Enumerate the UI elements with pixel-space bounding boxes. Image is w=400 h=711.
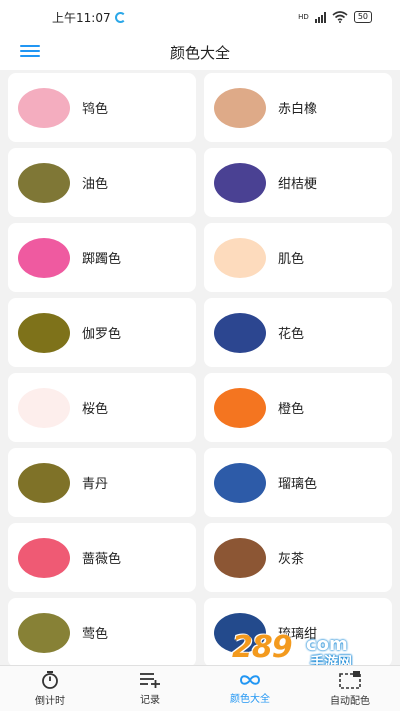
color-card[interactable]: 桜色: [8, 373, 196, 442]
color-swatch: [214, 162, 266, 203]
color-name: 桜色: [82, 402, 109, 417]
color-card[interactable]: 鸨色: [8, 73, 196, 142]
color-name: 绀桔梗: [278, 177, 318, 192]
tab-records-label: 记录: [140, 694, 160, 706]
list-add-icon: [140, 672, 160, 688]
app-notification-icon: [114, 11, 126, 23]
bottom-tab-bar: 倒计时 记录 颜色大全 自动配色: [0, 665, 400, 711]
color-grid: 鸨色 赤白橡油色 绀桔梗踯躅色 肌色伽罗色 花色桜色 橙色青丹 瑠璃色蔷薇色 灰茶莺色 琉璃绀: [8, 73, 392, 665]
color-swatch: [18, 462, 70, 503]
app-header: 颜色大全: [0, 34, 400, 70]
color-card[interactable]: 青丹: [8, 448, 196, 517]
color-name: 油色: [82, 177, 109, 192]
color-name: 肌色: [278, 252, 305, 267]
tab-color-library[interactable]: 颜色大全: [200, 666, 300, 711]
tab-auto-palette[interactable]: 自动配色: [300, 666, 400, 711]
color-swatch: [214, 87, 266, 128]
color-card[interactable]: 绀桔梗: [204, 148, 392, 217]
color-name: 踯躅色: [82, 252, 122, 267]
hamburger-menu-icon[interactable]: [20, 43, 40, 59]
network-type-label: HD: [298, 13, 309, 21]
color-swatch: [214, 537, 266, 578]
color-card[interactable]: 蔷薇色: [8, 523, 196, 592]
stopwatch-icon: [42, 670, 58, 689]
color-card[interactable]: 瑠璃色: [204, 448, 392, 517]
color-swatch: [18, 237, 70, 278]
tab-countdown-label: 倒计时: [35, 695, 65, 707]
color-swatch: [214, 312, 266, 353]
palette-frame-icon: [339, 670, 361, 689]
color-card[interactable]: 伽罗色: [8, 298, 196, 367]
color-card[interactable]: 灰茶: [204, 523, 392, 592]
color-swatch: [214, 462, 266, 503]
color-swatch: [18, 612, 70, 653]
color-name: 伽罗色: [82, 327, 122, 342]
color-name: 莺色: [82, 627, 109, 642]
color-swatch: [18, 387, 70, 428]
color-card[interactable]: 花色: [204, 298, 392, 367]
signal-icon: [314, 11, 326, 23]
color-swatch: [18, 537, 70, 578]
color-name: 瑠璃色: [278, 477, 318, 492]
status-time-text: 上午11:07: [52, 10, 111, 25]
color-card[interactable]: 赤白橡: [204, 73, 392, 142]
status-bar: 上午11:07 HD 50: [0, 0, 400, 34]
color-name: 花色: [278, 327, 305, 342]
color-name: 琉璃绀: [278, 627, 318, 642]
color-name: 橙色: [278, 402, 305, 417]
color-name: 鸨色: [82, 102, 109, 117]
status-right: HD 50: [298, 11, 372, 23]
battery-icon: 50: [353, 11, 372, 23]
color-card[interactable]: 莺色: [8, 598, 196, 665]
color-name: 赤白橡: [278, 102, 318, 117]
color-swatch: [18, 162, 70, 203]
color-swatch: [214, 237, 266, 278]
color-card[interactable]: 踯躅色: [8, 223, 196, 292]
tab-color-library-label: 颜色大全: [230, 693, 270, 705]
color-swatch: [18, 87, 70, 128]
tab-countdown[interactable]: 倒计时: [0, 666, 100, 711]
color-name: 灰茶: [278, 552, 305, 567]
status-time: 上午11:07: [52, 9, 126, 26]
color-name: 青丹: [82, 477, 109, 492]
color-card[interactable]: 油色: [8, 148, 196, 217]
color-swatch: [214, 612, 266, 653]
color-name: 蔷薇色: [82, 552, 122, 567]
color-swatch: [18, 312, 70, 353]
infinity-icon: [239, 674, 261, 685]
page-title: 颜色大全: [169, 43, 230, 62]
wifi-icon: [332, 11, 348, 23]
color-card[interactable]: 橙色: [204, 373, 392, 442]
tab-records[interactable]: 记录: [100, 666, 200, 711]
tab-auto-palette-label: 自动配色: [330, 695, 370, 707]
color-card[interactable]: 琉璃绀: [204, 598, 392, 665]
color-swatch: [214, 387, 266, 428]
color-card[interactable]: 肌色: [204, 223, 392, 292]
